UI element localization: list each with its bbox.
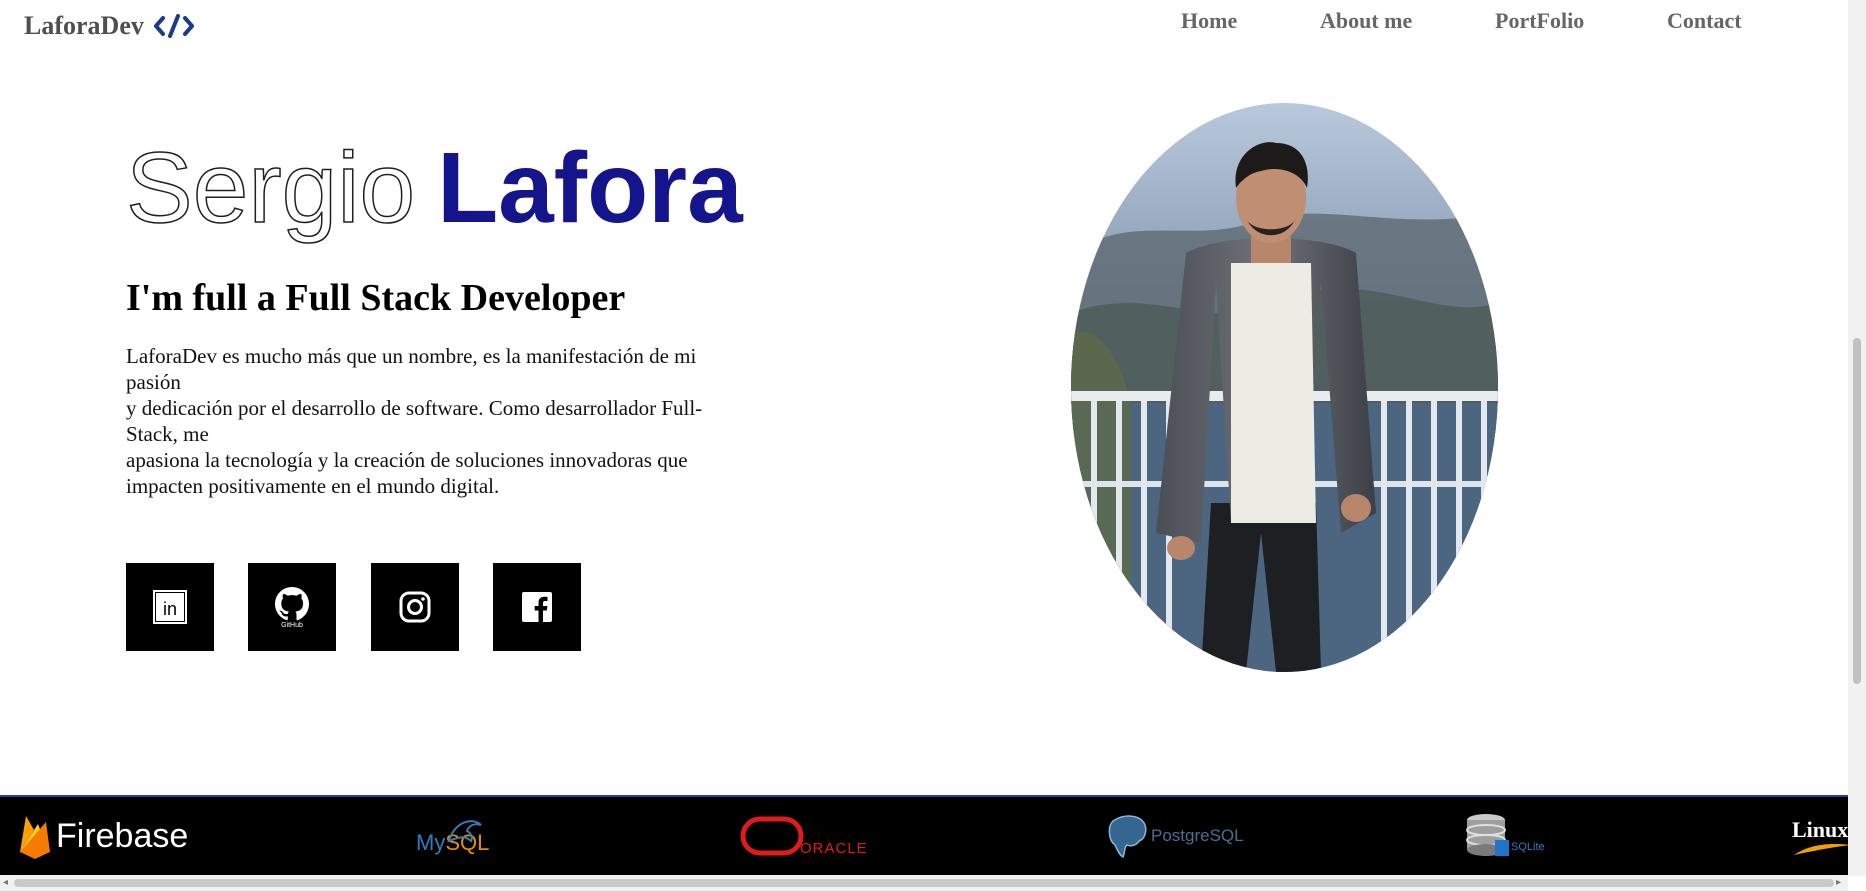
description-line: LaforaDev es mucho más que un nombre, es…: [126, 344, 697, 368]
nav-portfolio[interactable]: PortFolio: [1495, 8, 1584, 34]
description-line: y dedicación por el desarrollo de softwa…: [126, 396, 703, 420]
vertical-scrollbar[interactable]: [1848, 0, 1866, 876]
database-icon: [1466, 814, 1509, 856]
tech-strip: Firebase My SQL ORACLE PostgreSQL SQLite: [0, 795, 1848, 875]
description-line: apasiona la tecnología y la creación de …: [126, 448, 688, 472]
instagram-icon: [399, 591, 431, 623]
sqlite-logo: SQLite: [1465, 809, 1545, 863]
github-button[interactable]: GitHub: [248, 563, 336, 651]
hero-description: LaforaDev es mucho más que un nombre, es…: [126, 343, 746, 499]
svg-text:in: in: [163, 599, 177, 619]
hero-name: Sergio Lafora: [125, 128, 743, 244]
sqlite-text: SQLite: [1511, 841, 1545, 853]
profile-photo: [1071, 103, 1498, 672]
hero-last-name: Lafora: [437, 132, 743, 244]
firebase-icon: [20, 816, 50, 859]
nav-contact[interactable]: Contact: [1667, 8, 1742, 34]
postgresql-logo: PostgreSQL: [1105, 809, 1244, 863]
firebase-text: Firebase: [56, 816, 189, 855]
instagram-button[interactable]: [371, 563, 459, 651]
horizontal-scroll-thumb[interactable]: [14, 879, 1834, 887]
horizontal-scrollbar[interactable]: ◂ ▸: [0, 875, 1848, 891]
scroll-left-icon[interactable]: ◂: [3, 878, 8, 888]
github-icon: GitHub: [275, 587, 309, 629]
firebase-logo: Firebase: [18, 809, 188, 863]
hero-first-name: Sergio: [125, 132, 416, 244]
elephant-icon: [1108, 815, 1147, 859]
scroll-right-icon[interactable]: ▸: [1836, 878, 1841, 888]
svg-text:GitHub: GitHub: [281, 622, 303, 629]
vertical-scroll-thumb[interactable]: [1853, 338, 1861, 684]
description-line: Stack, me: [126, 422, 209, 446]
facebook-button[interactable]: [493, 563, 581, 651]
facebook-icon: [522, 592, 552, 622]
hero-subtitle: I'm full a Full Stack Developer: [126, 277, 626, 319]
nav-about-me[interactable]: About me: [1320, 8, 1412, 34]
description-line: pasión: [126, 370, 181, 394]
mysql-text-my: My: [416, 830, 446, 855]
oracle-ring-icon: [740, 816, 804, 856]
linkedin-icon: in: [153, 590, 187, 624]
mysql-logo: My SQL: [416, 809, 489, 863]
oracle-logo: ORACLE: [740, 809, 868, 863]
oracle-text: ORACLE: [800, 839, 868, 857]
dolphin-icon: [447, 820, 483, 843]
main-nav: Home About me PortFolio Contact: [0, 8, 1848, 40]
linux-logo: Linux: [1792, 809, 1848, 863]
nav-home[interactable]: Home: [1181, 8, 1237, 34]
postgresql-text: PostgreSQL: [1151, 826, 1244, 845]
description-line: impacten positivamente en el mundo digit…: [126, 474, 500, 498]
linux-swoosh-icon: [1794, 844, 1848, 855]
linkedin-button[interactable]: in: [126, 563, 214, 651]
